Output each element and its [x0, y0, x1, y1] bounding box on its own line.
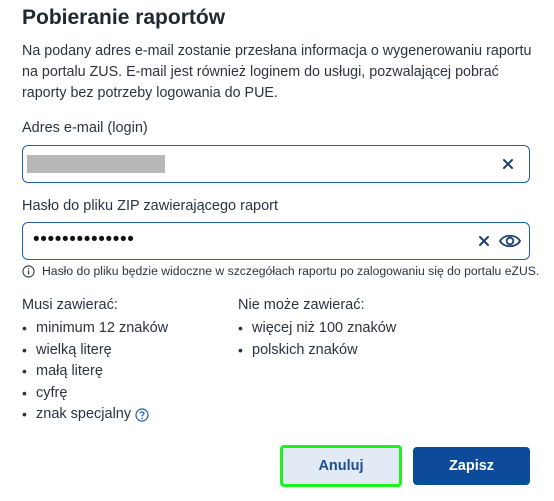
cancel-button[interactable]: Anuluj	[280, 445, 402, 487]
password-field[interactable]: ••••••••••••••	[22, 222, 530, 260]
must-contain-title: Musi zawierać:	[22, 297, 118, 313]
rule-item: • minimum 12 znaków	[22, 320, 169, 337]
password-value: ••••••••••••••	[33, 229, 135, 250]
help-icon[interactable]	[135, 408, 149, 422]
email-value-redacted	[27, 155, 165, 173]
rule-item: • znak specjalny	[22, 404, 168, 426]
clear-email-icon[interactable]	[501, 157, 515, 171]
email-field[interactable]	[22, 145, 530, 183]
dialog-description: Na podany adres e-mail zostanie przesłan…	[22, 43, 532, 101]
must-not-contain-title: Nie może zawierać:	[238, 297, 365, 313]
must-contain-list: • minimum 12 znaków • wielką literę • małą …	[22, 318, 168, 426]
rule-item: • polskich znaków	[238, 341, 358, 358]
rule-item: • cyfrę	[22, 384, 68, 401]
show-password-eye-icon[interactable]	[499, 232, 521, 250]
password-hint: Hasło do pliku będzie widoczne w szczegó…	[22, 264, 539, 278]
email-label: Adres e-mail (login)	[22, 120, 148, 136]
clear-password-icon[interactable]	[477, 234, 491, 248]
rule-item: • małą literę	[22, 363, 103, 380]
dialog-title: Pobieranie raportów	[22, 6, 226, 29]
save-button[interactable]: Zapisz	[413, 447, 530, 485]
rule-item: • wielką literę	[22, 341, 112, 358]
must-not-contain-list: • więcej niż 100 znaków • polskich znaków	[238, 318, 396, 361]
rule-item: • więcej niż 100 znaków	[238, 320, 397, 337]
password-hint-text: Hasło do pliku będzie widoczne w szczegó…	[42, 264, 540, 278]
info-icon	[22, 264, 35, 278]
password-label: Hasło do pliku ZIP zawierającego raport	[22, 198, 279, 214]
